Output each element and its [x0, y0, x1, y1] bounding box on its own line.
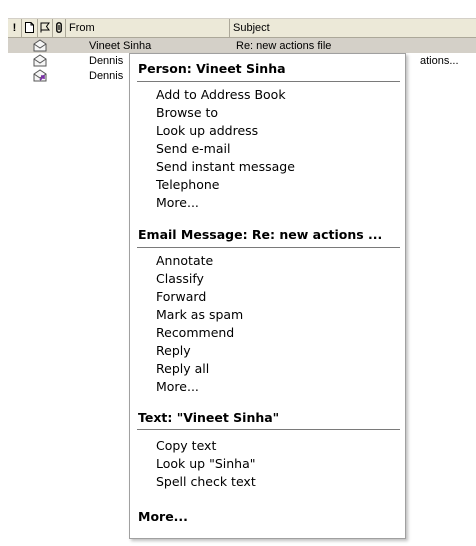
envelope-open-icon	[33, 39, 47, 52]
envelope-open-icon	[33, 54, 47, 67]
paperclip-icon	[56, 22, 62, 33]
menu-item-forward[interactable]: Forward	[156, 288, 206, 305]
section-divider	[137, 429, 400, 430]
menu-item-reply[interactable]: Reply	[156, 342, 191, 359]
message-from: Vineet Sinha	[89, 40, 152, 52]
subject-column-header[interactable]: Subject	[230, 19, 476, 37]
menu-item-spell-check-text[interactable]: Spell check text	[156, 473, 256, 490]
message-from: Dennis	[89, 70, 124, 82]
flag-icon	[40, 22, 50, 33]
menu-item-telephone[interactable]: Telephone	[156, 176, 219, 193]
email-section-title: Email Message: Re: new actions ...	[138, 227, 383, 242]
page-icon	[25, 22, 34, 33]
flag-column-header[interactable]	[38, 19, 53, 37]
message-row[interactable]: Vineet Sinha Re: new actions file	[8, 38, 476, 53]
menu-item-classify[interactable]: Classify	[156, 270, 204, 287]
column-header: ! From Subject	[8, 18, 476, 38]
menu-item-send-email[interactable]: Send e-mail	[156, 140, 230, 157]
attachment-column-header[interactable]	[53, 19, 66, 37]
person-section-title: Person: Vineet Sinha	[138, 61, 286, 76]
menu-item-look-up-address[interactable]: Look up address	[156, 122, 258, 139]
menu-item-add-to-address-book[interactable]: Add to Address Book	[156, 86, 286, 103]
menu-item-browse-to[interactable]: Browse to	[156, 104, 218, 121]
context-menu: Person: Vineet Sinha Add to Address Book…	[129, 53, 406, 539]
text-section-title: Text: "Vineet Sinha"	[138, 410, 280, 425]
menu-item-copy-text[interactable]: Copy text	[156, 437, 216, 454]
importance-column-header[interactable]: !	[8, 19, 22, 37]
icon-column-header[interactable]	[22, 19, 38, 37]
message-subject: ations...	[420, 55, 459, 67]
message-subject: Re: new actions file	[236, 40, 332, 52]
menu-item-mark-as-spam[interactable]: Mark as spam	[156, 306, 243, 323]
menu-item-look-up-sinha[interactable]: Look up "Sinha"	[156, 455, 256, 472]
menu-item-reply-all[interactable]: Reply all	[156, 360, 209, 377]
section-divider	[137, 247, 400, 248]
menu-item-person-more[interactable]: More...	[156, 194, 199, 211]
menu-item-more[interactable]: More...	[138, 509, 188, 524]
menu-item-email-more[interactable]: More...	[156, 378, 199, 395]
menu-item-recommend[interactable]: Recommend	[156, 324, 234, 341]
section-divider	[137, 81, 400, 82]
menu-item-annotate[interactable]: Annotate	[156, 252, 213, 269]
menu-item-send-instant-message[interactable]: Send instant message	[156, 158, 295, 175]
envelope-reply-icon	[33, 69, 47, 82]
message-from: Dennis	[89, 55, 124, 67]
from-column-header[interactable]: From	[66, 19, 230, 37]
